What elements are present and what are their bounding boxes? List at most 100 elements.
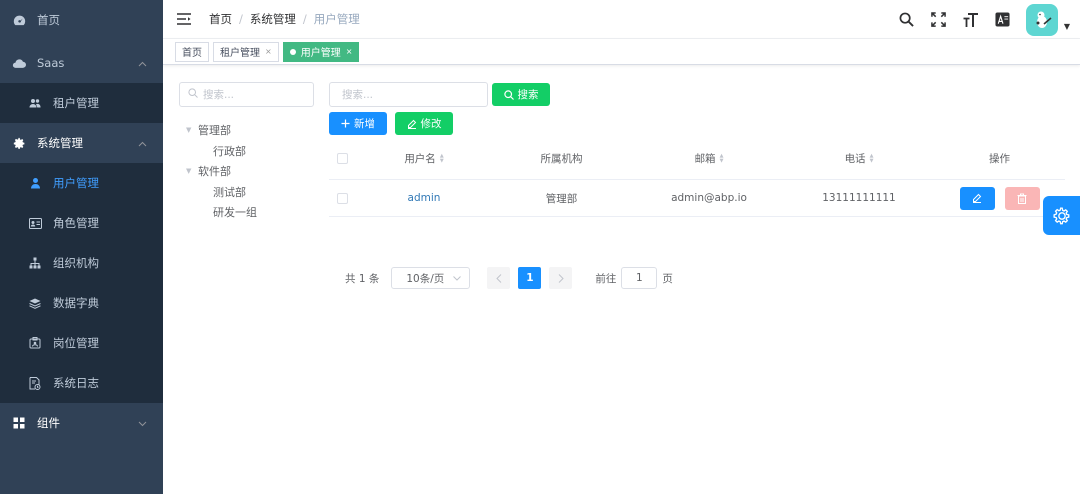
tree-node[interactable]: 研发一组 [186, 202, 257, 223]
user-search-placeholder: 搜索... [342, 89, 374, 101]
user-search-input[interactable]: 搜索... [329, 82, 488, 107]
menu-component-label: 组件 [37, 416, 60, 430]
tree-search-input[interactable]: 搜索... [179, 82, 314, 107]
sort-icon[interactable]: ▲ ▼ [440, 153, 444, 164]
menu-log[interactable]: 系统日志 [0, 363, 163, 403]
menu-post[interactable]: 岗位管理 [0, 323, 163, 363]
search-button-label: 搜索 [517, 89, 539, 101]
menu-system[interactable]: 系统管理 [0, 123, 163, 163]
breadcrumb-system[interactable]: 系统管理 [250, 11, 296, 27]
header-email[interactable]: 邮箱 ▲ ▼ [634, 151, 784, 166]
menu-tenant-label: 租户管理 [53, 96, 99, 110]
chevron-right-icon [558, 273, 564, 283]
page-number[interactable]: 1 [518, 267, 542, 289]
search-icon[interactable] [898, 11, 916, 29]
menu-user[interactable]: 用户管理 [0, 163, 163, 203]
goto-page-input[interactable]: 1 [621, 267, 658, 289]
pagination-total: 共 1 条 [345, 272, 380, 285]
header-phone[interactable]: 电话 ▲ ▼ [784, 151, 934, 166]
menu-org-label: 组织机构 [53, 256, 99, 270]
menu-system-label: 系统管理 [37, 136, 83, 150]
search-button[interactable]: 搜索 [492, 83, 550, 106]
header-label: 用户名 [404, 153, 436, 165]
language-icon[interactable] [994, 11, 1012, 29]
table-row: admin 管理部 admin@abp.io 13111111111 [329, 180, 1065, 217]
menu-role[interactable]: 角色管理 [0, 203, 163, 243]
menu-component[interactable]: 组件 [0, 403, 163, 443]
chevron-up-icon [138, 57, 147, 70]
header-label: 所属机构 [540, 153, 583, 165]
header-label: 邮箱 [694, 153, 716, 165]
select-all-checkbox[interactable] [337, 153, 348, 164]
menu-saas[interactable]: Saas [0, 43, 163, 83]
chevron-up-icon [138, 137, 147, 150]
tags-view: 首页 租户管理 × 用户管理 × [163, 39, 1080, 65]
goto-suffix: 页 [662, 272, 673, 285]
avatar[interactable] [1025, 3, 1058, 36]
edit-icon [407, 119, 417, 129]
close-icon[interactable]: × [265, 47, 272, 56]
add-button-label: 新增 [354, 118, 375, 130]
goto-page: 前往 1 页 [595, 267, 673, 289]
breadcrumb-home[interactable]: 首页 [209, 11, 232, 27]
table-header: 用户名 ▲ ▼ 所属机构 邮箱 ▲ ▼ 电话 ▲ ▼ 操作 [329, 138, 1065, 180]
sort-icon[interactable]: ▲ ▼ [870, 153, 874, 164]
tag-tenant[interactable]: 租户管理 × [213, 41, 279, 62]
tree-node[interactable]: ▼ 软件部 [186, 161, 257, 182]
header-org: 所属机构 [489, 151, 634, 166]
hamburger-icon[interactable] [177, 12, 191, 26]
dashboard-icon [11, 12, 27, 28]
next-page-button[interactable] [549, 267, 573, 289]
fullscreen-icon[interactable] [930, 11, 948, 29]
edit-button[interactable]: 修改 [395, 112, 453, 135]
menu-post-label: 岗位管理 [53, 336, 99, 350]
menu-home[interactable]: 首页 [0, 0, 163, 40]
menu-dict[interactable]: 数据字典 [0, 283, 163, 323]
menu-org[interactable]: 组织机构 [0, 243, 163, 283]
menu-tenant[interactable]: 租户管理 [0, 83, 163, 123]
chevron-left-icon [496, 273, 502, 283]
caret-down-icon[interactable]: ▼ [1064, 22, 1070, 31]
active-dot [289, 48, 296, 55]
tree-icon [27, 255, 43, 271]
caret-down-icon[interactable]: ▼ [186, 126, 198, 134]
header-label: 操作 [989, 153, 1010, 165]
header-op: 操作 [934, 151, 1065, 166]
breadcrumb-current: 用户管理 [313, 12, 360, 26]
font-size-icon[interactable] [962, 11, 980, 29]
sort-icon[interactable]: ▲ ▼ [720, 153, 724, 164]
tag-user[interactable]: 用户管理 × [282, 41, 360, 62]
header-username[interactable]: 用户名 ▲ ▼ [359, 151, 489, 166]
prev-page-button[interactable] [487, 267, 511, 289]
caret-down-icon[interactable]: ▼ [186, 167, 198, 175]
sidebar: 首页 Saas 租户管理 系统管理 用户管理 角色管理 组织机构 数据字典 岗位… [0, 0, 163, 494]
menu-role-label: 角色管理 [53, 216, 99, 230]
dept-tree: ▼ 管理部 行政部 ▼ 软件部 测试部 研发一组 [186, 120, 257, 223]
chevron-down-icon [138, 417, 147, 430]
username-link[interactable]: admin [408, 192, 441, 204]
breadcrumb-separator: / [302, 12, 307, 26]
grid-icon [11, 415, 27, 431]
tag-label: 租户管理 [220, 48, 260, 59]
settings-button[interactable] [1043, 196, 1080, 235]
tag-label: 首页 [182, 48, 202, 59]
close-icon[interactable]: × [346, 47, 353, 56]
row-checkbox[interactable] [337, 192, 348, 204]
edit-button-label: 修改 [420, 118, 442, 130]
chevron-down-icon [453, 274, 462, 283]
tree-node[interactable]: ▼ 管理部 [186, 120, 257, 141]
gear-icon [11, 135, 27, 151]
user-icon [27, 175, 43, 191]
row-delete-button[interactable] [1004, 186, 1040, 210]
tree-node-label: 行政部 [213, 144, 246, 158]
tree-node[interactable]: 测试部 [186, 182, 257, 203]
menu-dict-label: 数据字典 [53, 296, 99, 310]
tree-node[interactable]: 行政部 [186, 141, 257, 162]
page-size-select[interactable]: 10条/页 [391, 267, 471, 289]
tag-home[interactable]: 首页 [175, 41, 209, 62]
tree-node-label: 软件部 [198, 165, 231, 179]
row-edit-button[interactable] [959, 186, 995, 210]
navbar: 首页 / 系统管理 / 用户管理 ▼ [163, 0, 1080, 39]
layers-icon [27, 295, 43, 311]
add-button[interactable]: 新增 [329, 112, 387, 135]
